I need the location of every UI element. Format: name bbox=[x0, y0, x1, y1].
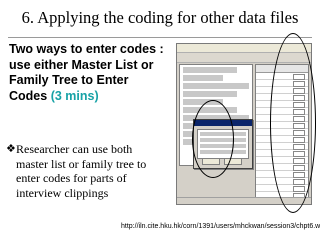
tree-line bbox=[183, 67, 237, 73]
bullet-item: ❖ Researcher can use both master list or… bbox=[6, 142, 156, 200]
slide-title: 6. Applying the coding for other data fi… bbox=[21, 8, 299, 27]
footer-video-link[interactable]: http://iln.cite.hku.hk/corn/1391/users/m… bbox=[121, 222, 320, 231]
intro-text: Two ways to enter codes : use either Mas… bbox=[9, 42, 169, 104]
bullet-text: Researcher can use both master list or f… bbox=[16, 142, 147, 200]
tree-line bbox=[183, 91, 237, 97]
tree-line bbox=[183, 75, 223, 81]
diamond-bullet-icon: ❖ bbox=[6, 142, 16, 155]
master-list-callout bbox=[270, 33, 316, 213]
title-divider bbox=[8, 37, 312, 38]
duration-label: (3 mins) bbox=[50, 88, 99, 103]
tree-line bbox=[183, 83, 249, 89]
family-tree-callout bbox=[192, 100, 234, 178]
